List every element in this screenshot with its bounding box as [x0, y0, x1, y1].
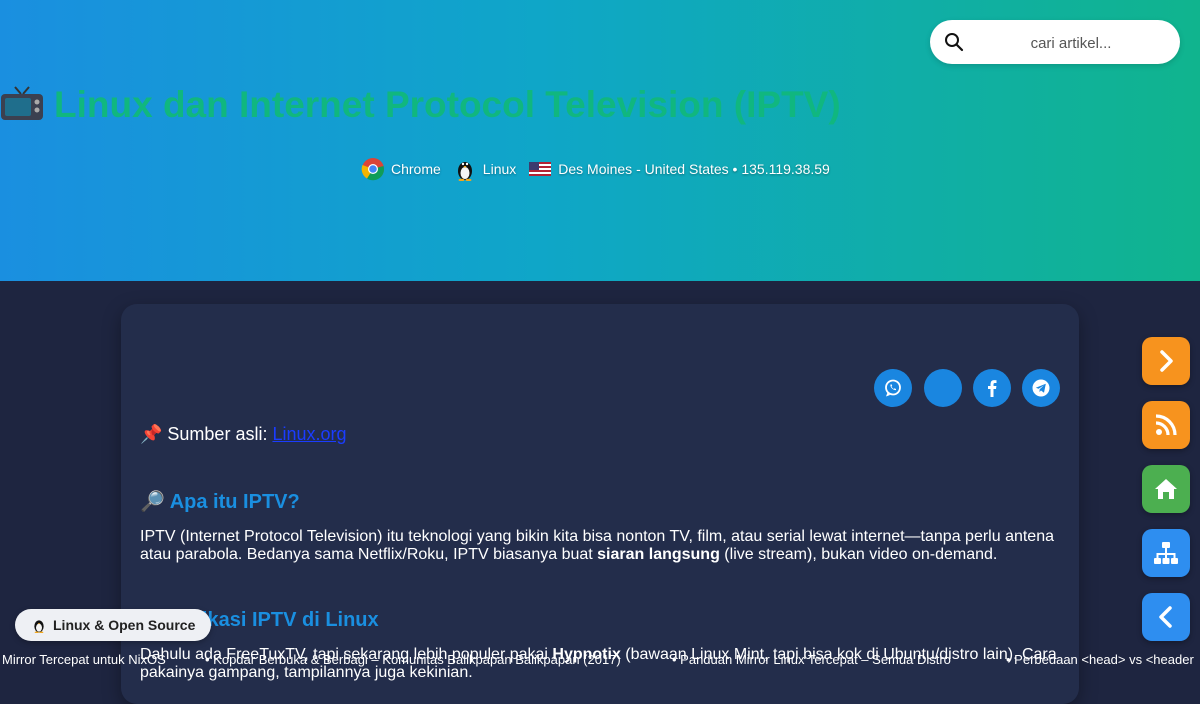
badge-label: Linux & Open Source: [53, 617, 196, 633]
ticker-item[interactable]: • Panduan Mirror Linux Tercepat – Semua …: [672, 652, 951, 667]
share-facebook-button[interactable]: [973, 369, 1011, 407]
category-badge[interactable]: Linux & Open Source: [15, 609, 212, 641]
page-title: Linux dan Internet Protocol Television (…: [0, 84, 841, 126]
penguin-icon: [34, 620, 44, 633]
whatsapp-icon: [885, 379, 901, 397]
rss-icon: [1155, 414, 1177, 436]
page-title-text: Linux dan Internet Protocol Television (…: [54, 84, 841, 125]
source-link[interactable]: Linux.org: [272, 424, 346, 444]
chevron-left-icon: [1159, 606, 1172, 628]
share-telegram-button[interactable]: [1022, 369, 1060, 407]
visitor-meta: Chrome Linux Des Moines - United States …: [361, 157, 842, 181]
paragraph-bold: siaran langsung: [597, 546, 720, 563]
section-paragraph-what-is-iptv: IPTV (Internet Protocol Television) itu …: [140, 528, 1060, 564]
home-button[interactable]: [1142, 465, 1190, 513]
penguin-icon: [457, 162, 472, 181]
home-icon: [1155, 479, 1177, 499]
search-icon: [945, 33, 964, 52]
ticker-item[interactable]: • Kopdar Berbuka & Berbagi – Komunitas B…: [205, 652, 621, 667]
rss-feed-button[interactable]: [1142, 401, 1190, 449]
ticker-item[interactable]: • Perbedaan <head> vs <header: [1006, 652, 1194, 667]
os-info: Linux: [453, 157, 516, 181]
paragraph-text: (live stream), bukan video on-demand.: [719, 546, 998, 563]
location-info: Des Moines - United States • 135.119.38.…: [528, 157, 830, 181]
source-line: 📌 Sumber asli: Linux.org: [140, 424, 347, 445]
source-prefix: 📌 Sumber asli:: [140, 424, 273, 444]
section-heading-what-is-iptv: 🔎 Apa itu IPTV?: [140, 491, 300, 513]
browser-label: Chrome: [391, 161, 441, 177]
share-button[interactable]: [924, 369, 962, 407]
telegram-icon: [1032, 379, 1050, 397]
chevron-right-icon: [1160, 350, 1173, 372]
search-input[interactable]: [974, 28, 1168, 58]
tv-icon: [1, 86, 43, 120]
location-label: Des Moines - United States • 135.119.38.…: [558, 161, 830, 177]
share-whatsapp-button[interactable]: [874, 369, 912, 407]
news-ticker: Mirror Tercepat untuk NixOS • Kopdar Ber…: [0, 650, 1200, 668]
previous-article-button[interactable]: [1142, 593, 1190, 641]
sitemap-icon: [1154, 542, 1178, 564]
sitemap-button[interactable]: [1142, 529, 1190, 577]
chrome-icon: [361, 158, 385, 181]
os-label: Linux: [482, 161, 517, 177]
ticker-item[interactable]: Mirror Tercepat untuk NixOS: [2, 652, 166, 667]
search-box[interactable]: [930, 20, 1180, 64]
browser-info: Chrome: [361, 157, 441, 181]
next-article-button[interactable]: [1142, 337, 1190, 385]
us-flag-icon: [529, 162, 552, 176]
facebook-icon: [988, 380, 997, 397]
